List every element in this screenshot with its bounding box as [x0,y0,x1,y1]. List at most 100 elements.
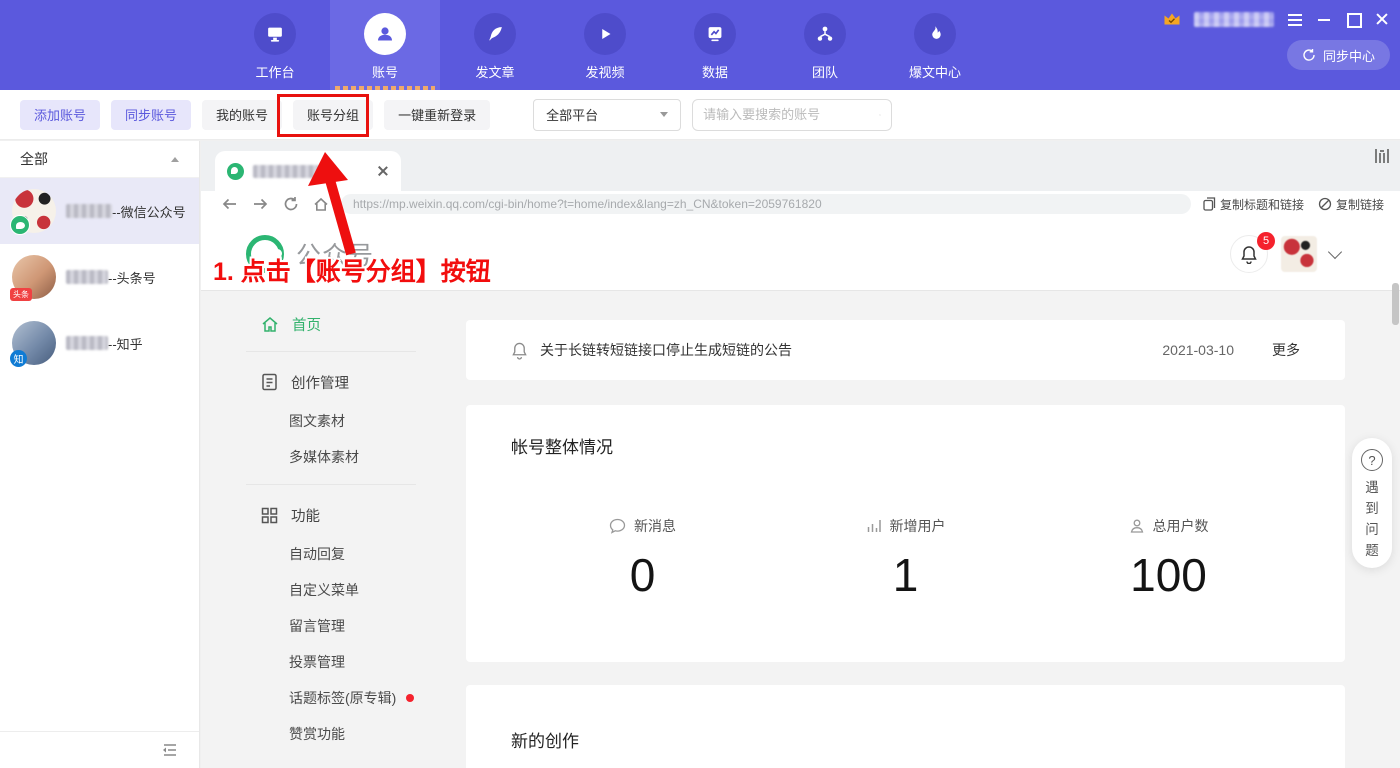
menu-icon[interactable] [1287,11,1303,27]
stat-label: 总用户数 [1153,516,1209,536]
menu-item-comment-mgmt[interactable]: 留言管理 [201,608,466,644]
notification-badge: 5 [1257,232,1275,250]
menu-label: 首页 [292,314,321,335]
tab-list-icon[interactable] [1372,147,1392,165]
new-feature-dot [406,694,414,702]
nav-label: 发文章 [475,62,514,81]
question-icon: ? [1361,449,1383,471]
new-creation-card: 新的创作 [466,685,1345,768]
browser-tab[interactable] [215,151,401,191]
search-input[interactable] [703,107,879,122]
nav-item-team[interactable]: 团队 [770,0,880,90]
hot-articles-icon [914,13,956,55]
menu-item-home[interactable]: 首页 [201,306,466,342]
nav-item-account[interactable]: 账号 [330,0,440,90]
menu-item-functions[interactable]: 功能 [201,494,466,536]
account-name-blurred [66,336,108,350]
card-title: 帐号整体情况 [511,433,1300,458]
maximize-icon[interactable] [1345,11,1361,27]
account-row-toutiao[interactable]: 头条 --头条号 [0,244,199,310]
relogin-button[interactable]: 一键重新登录 [384,100,490,130]
sync-center-button[interactable]: 同步中心 [1287,40,1390,70]
stat-value: 1 [893,548,919,602]
copy-link-label: 复制链接 [1336,196,1384,213]
url-bar[interactable]: https://mp.weixin.qq.com/cgi-bin/home?t=… [341,194,1191,214]
menu-item-custom-menu[interactable]: 自定义菜单 [201,572,466,608]
menu-item-multimedia[interactable]: 多媒体素材 [201,439,466,475]
copy-actions: 复制标题和链接 复制链接 [1203,196,1384,213]
brand-name: 公众号 [296,236,374,272]
help-float-button[interactable]: ? 遇到问题 [1352,438,1392,568]
tab-close-icon[interactable] [377,165,389,177]
announcement-text[interactable]: 关于长链转短链接口停止生成短链的公告 [540,340,1162,360]
account-row-zhihu[interactable]: 知 --知乎 [0,310,199,376]
announcement-more-link[interactable]: 更多 [1272,340,1300,360]
user-avatar[interactable] [1281,236,1317,272]
home-icon [261,316,279,333]
copy-title-link-button[interactable]: 复制标题和链接 [1203,196,1304,213]
copy-link-button[interactable]: 复制链接 [1318,196,1384,213]
window-controls [1163,8,1390,30]
bar-chart-icon [866,518,882,534]
refresh-icon [1302,48,1316,62]
close-icon[interactable] [1374,11,1390,27]
link-icon [1318,197,1332,211]
chevron-down-icon[interactable] [1328,245,1342,259]
wechat-badge-icon [10,215,30,235]
page-main: 关于长链转短链接口停止生成短链的公告 2021-03-10 更多 帐号整体情况 … [466,292,1400,768]
header-right: 5 [1230,217,1340,291]
announcement-bar: 关于长链转短链接口停止生成短链的公告 2021-03-10 更多 [466,320,1345,380]
account-platform-suffix: --微信公众号 [112,202,186,221]
forward-icon[interactable] [252,197,269,211]
collapse-sidebar-icon[interactable] [161,742,179,758]
home-icon[interactable] [313,197,329,212]
nav-label: 账号 [372,62,398,81]
nav-label: 团队 [812,62,838,81]
stat-label: 新增用户 [890,516,946,536]
tab-strip [201,141,1400,191]
top-navbar: 工作台 账号 发文章 发视频 [0,0,1400,90]
menu-item-image-text[interactable]: 图文素材 [201,403,466,439]
scrollbar-thumb[interactable] [1392,283,1399,325]
menu-item-auto-reply[interactable]: 自动回复 [201,536,466,572]
sync-account-button[interactable]: 同步账号 [111,100,191,130]
sync-center-label: 同步中心 [1323,46,1375,65]
copy-icon [1203,197,1216,211]
brand: 公众号 [246,235,374,273]
chevron-down-icon [660,112,668,117]
notification-bell-button[interactable]: 5 [1230,235,1268,273]
account-row-wechat[interactable]: --微信公众号 [0,178,199,244]
account-group-button[interactable]: 账号分组 [293,100,373,130]
copy-title-link-label: 复制标题和链接 [1220,196,1304,213]
menu-item-vote-mgmt[interactable]: 投票管理 [201,644,466,680]
stat-new-messages: 新消息 0 [511,516,774,602]
avatar: 知 [12,321,56,365]
menu-label: 创作管理 [291,372,349,393]
account-platform-suffix: --头条号 [108,268,156,287]
minimize-icon[interactable] [1316,11,1332,27]
search-icon [879,107,881,123]
nav-item-data[interactable]: 数据 [660,0,770,90]
nav-item-hot-articles[interactable]: 爆文中心 [880,0,990,90]
menu-item-topic-tags[interactable]: 话题标签(原专辑) [201,680,466,716]
account-toolbar: 添加账号 同步账号 我的账号 账号分组 一键重新登录 全部平台 [0,90,1400,140]
add-account-button[interactable]: 添加账号 [20,100,100,130]
my-account-button[interactable]: 我的账号 [202,100,282,130]
team-icon [804,13,846,55]
zhihu-badge: 知 [10,350,27,367]
nav-label: 爆文中心 [909,62,961,81]
menu-item-creation[interactable]: 创作管理 [201,361,466,403]
account-group-header[interactable]: 全部 [0,141,199,178]
browser-content: https://mp.weixin.qq.com/cgi-bin/home?t=… [201,141,1400,768]
stat-total-users: 总用户数 100 [1037,516,1300,602]
menu-item-reward[interactable]: 赞赏功能 [201,716,466,752]
platform-filter-select[interactable]: 全部平台 [533,99,681,131]
back-icon[interactable] [221,197,238,211]
nav-item-publish-article[interactable]: 发文章 [440,0,550,90]
browser-toolbar: https://mp.weixin.qq.com/cgi-bin/home?t=… [201,191,1400,217]
card-title: 新的创作 [511,727,1300,752]
page-menu: 首页 创作管理 图文素材 多媒体素材 功能 自动回复 自定义菜单 [201,292,466,768]
refresh-icon[interactable] [283,196,299,212]
nav-item-publish-video[interactable]: 发视频 [550,0,660,90]
nav-item-workbench[interactable]: 工作台 [220,0,330,90]
